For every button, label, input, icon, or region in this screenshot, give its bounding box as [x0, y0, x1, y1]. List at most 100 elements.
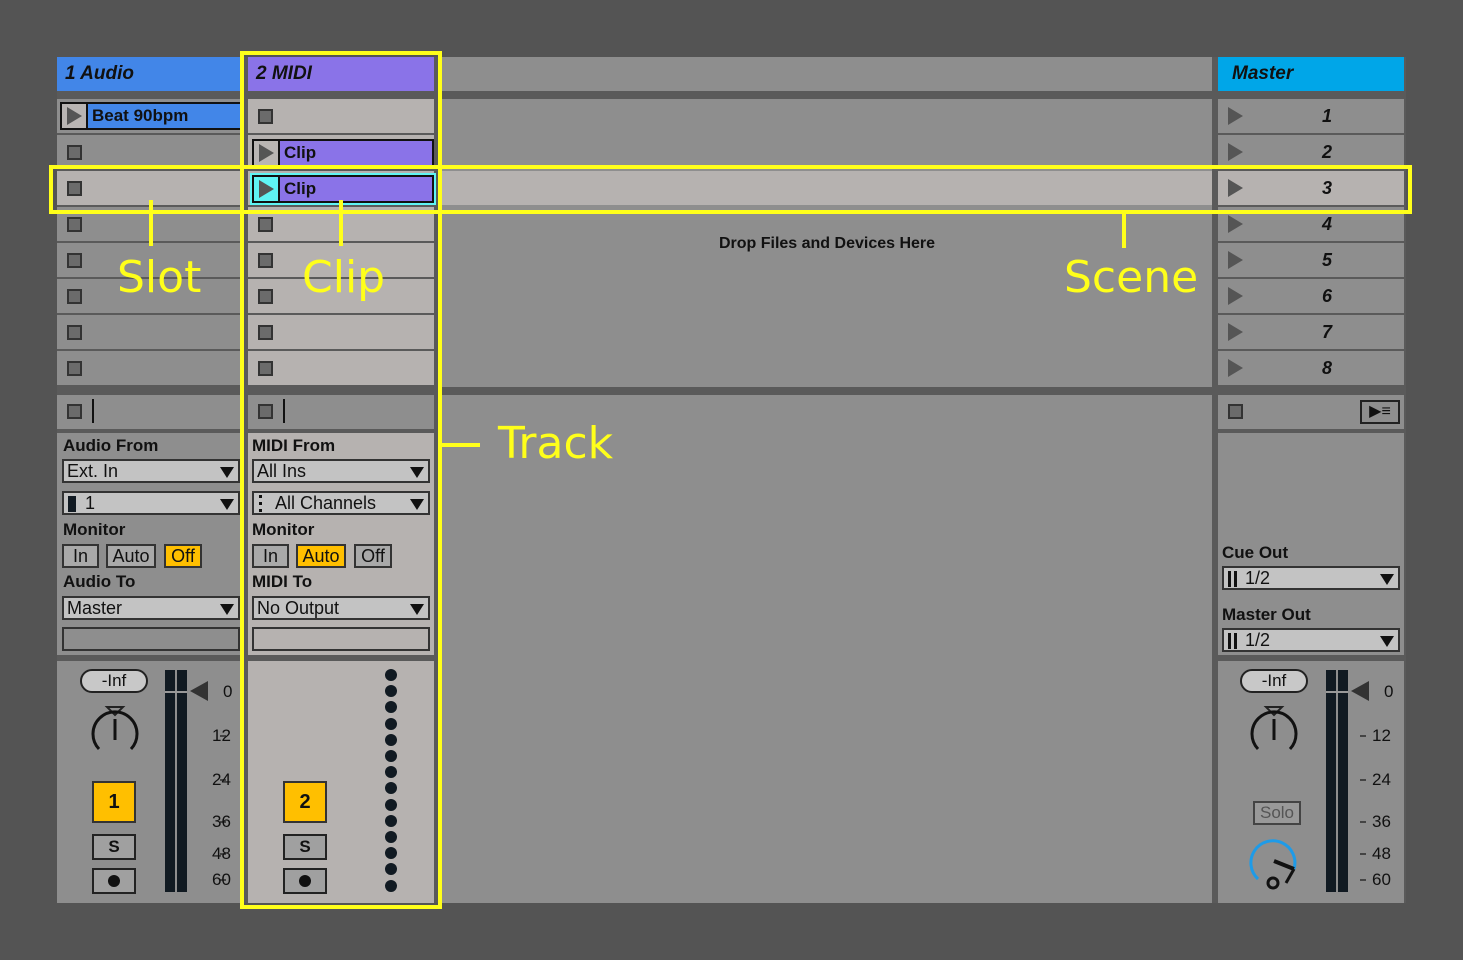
stop-button[interactable]	[67, 217, 82, 232]
scale-label: 0	[223, 682, 233, 701]
clip-slot[interactable]: Beat 90bpm	[57, 99, 242, 133]
scale-label: 24	[1372, 770, 1391, 789]
scale-label: 48	[1372, 844, 1391, 863]
track-io-section: Audio From Ext. In 1 Monitor In Auto Off…	[57, 433, 240, 655]
scene-launch-icon[interactable]	[1228, 287, 1243, 305]
clip-slot[interactable]	[57, 315, 240, 349]
scene-launch-icon[interactable]	[1228, 359, 1243, 377]
stop-all-clips-button[interactable]	[67, 404, 82, 419]
master-stop-row: ▶≡	[1218, 395, 1404, 429]
scene-number: 8	[1322, 358, 1333, 378]
track-pointer-line	[442, 443, 480, 447]
monitor-in-button[interactable]: In	[62, 544, 99, 568]
pan-knob[interactable]	[1246, 703, 1302, 763]
monitor-off-button[interactable]: Off	[164, 544, 202, 568]
stop-button[interactable]	[67, 325, 82, 340]
level-meter-right	[1338, 670, 1348, 892]
audio-from-dropdown[interactable]: Ext. In	[62, 459, 240, 483]
cue-out-label: Cue Out	[1222, 543, 1289, 562]
sends-area	[62, 627, 240, 651]
volume-fader-handle[interactable]	[1351, 681, 1369, 701]
dropdown-value: Ext. In	[67, 461, 119, 481]
master-out-dropdown[interactable]: 1/2	[1222, 628, 1400, 652]
pan-knob[interactable]	[87, 703, 143, 763]
scene-launch-icon[interactable]	[1228, 323, 1243, 341]
annotation-track: Track	[498, 418, 614, 469]
clip-launch-button[interactable]	[62, 104, 88, 128]
text-cursor	[92, 399, 94, 423]
stop-button[interactable]	[67, 361, 82, 376]
master-io-section: Cue Out 1/2 Master Out 1/2	[1218, 433, 1404, 655]
drop-zone[interactable]: Drop Files and Devices Here	[442, 99, 1212, 387]
dropdown-value: Master	[67, 598, 123, 618]
scene-launch-icon[interactable]	[1228, 215, 1243, 233]
scale-tick	[1360, 735, 1366, 737]
level-meter-left	[165, 670, 175, 892]
clip-slot[interactable]	[57, 135, 240, 169]
drop-hint: Drop Files and Devices Here	[718, 235, 936, 252]
scale-label: 36	[1372, 812, 1391, 831]
scene-7[interactable]: 7	[1218, 315, 1404, 349]
volume-readout[interactable]: -Inf	[1240, 669, 1308, 693]
volume-fader-line	[165, 691, 187, 693]
stop-button[interactable]	[67, 289, 82, 304]
master-mixer: -Inf Solo 0 12 24 36 48 60	[1218, 661, 1404, 903]
scene-number: 7	[1322, 322, 1333, 342]
scene-2[interactable]: 2	[1218, 135, 1404, 169]
empty-track-header	[442, 57, 1212, 91]
chevron-down-icon	[220, 499, 234, 510]
volume-fader-handle[interactable]	[190, 681, 208, 701]
clip-slot[interactable]	[57, 351, 240, 385]
solo-cue-button[interactable]: Solo	[1253, 801, 1301, 825]
clip-pointer-line	[339, 200, 343, 246]
clip-beat-90bpm[interactable]: Beat 90bpm	[60, 102, 242, 130]
audio-input-channel-dropdown[interactable]: 1	[62, 491, 240, 515]
stop-button[interactable]	[67, 253, 82, 268]
chevron-down-icon	[1380, 636, 1394, 647]
scene-launch-icon[interactable]	[1228, 107, 1243, 125]
annotation-scene: Scene	[1064, 252, 1199, 303]
scene-pointer-line	[1122, 212, 1126, 248]
monitor-label: Monitor	[63, 520, 126, 539]
scale-tick	[1360, 853, 1366, 855]
solo-button[interactable]: S	[92, 834, 136, 860]
scene-launch-view-button[interactable]: ▶≡	[1360, 400, 1400, 424]
cue-out-dropdown[interactable]: 1/2	[1222, 566, 1400, 590]
mono-channel-icon	[68, 496, 76, 512]
arm-button[interactable]	[92, 868, 136, 894]
scale-label: 24	[212, 770, 231, 789]
annotation-clip: Clip	[302, 252, 386, 303]
volume-fader-line	[1326, 691, 1348, 693]
scale-label: 48	[212, 844, 231, 863]
monitor-auto-button[interactable]: Auto	[106, 544, 156, 568]
scale-label: 12	[212, 726, 231, 745]
scale-label: 12	[1372, 726, 1391, 745]
scene-highlight-box	[49, 165, 1412, 214]
slot-pointer-line	[149, 200, 153, 246]
audio-to-label: Audio To	[63, 572, 136, 591]
record-icon	[108, 875, 120, 887]
master-track-title[interactable]: Master	[1218, 57, 1404, 91]
audio-from-label: Audio From	[63, 436, 159, 455]
volume-readout[interactable]: -Inf	[80, 669, 148, 693]
master-out-label: Master Out	[1222, 605, 1311, 624]
play-icon	[67, 107, 82, 125]
track-mixer: -Inf 1 S 0 12 24 36 48 60	[57, 661, 240, 903]
audio-to-dropdown[interactable]: Master	[62, 596, 240, 620]
stop-all-clips-button[interactable]	[1228, 404, 1243, 419]
scene-1[interactable]: 1	[1218, 99, 1404, 133]
chevron-down-icon	[1380, 574, 1394, 585]
track-title-audio[interactable]: 1 Audio	[57, 57, 240, 91]
stereo-channel-icon	[1228, 633, 1231, 649]
scene-6[interactable]: 6	[1218, 279, 1404, 313]
dropdown-value: 1/2	[1245, 630, 1271, 650]
scene-launch-icon[interactable]	[1228, 143, 1243, 161]
scene-launch-icon[interactable]	[1228, 251, 1243, 269]
stop-button[interactable]	[67, 145, 82, 160]
scene-8[interactable]: 8	[1218, 351, 1404, 385]
cue-volume-knob[interactable]	[1246, 833, 1302, 893]
scale-label: 36	[212, 812, 231, 831]
scene-5[interactable]: 5	[1218, 243, 1404, 277]
scene-number: 2	[1322, 142, 1333, 162]
track-activator-button[interactable]: 1	[92, 781, 136, 823]
